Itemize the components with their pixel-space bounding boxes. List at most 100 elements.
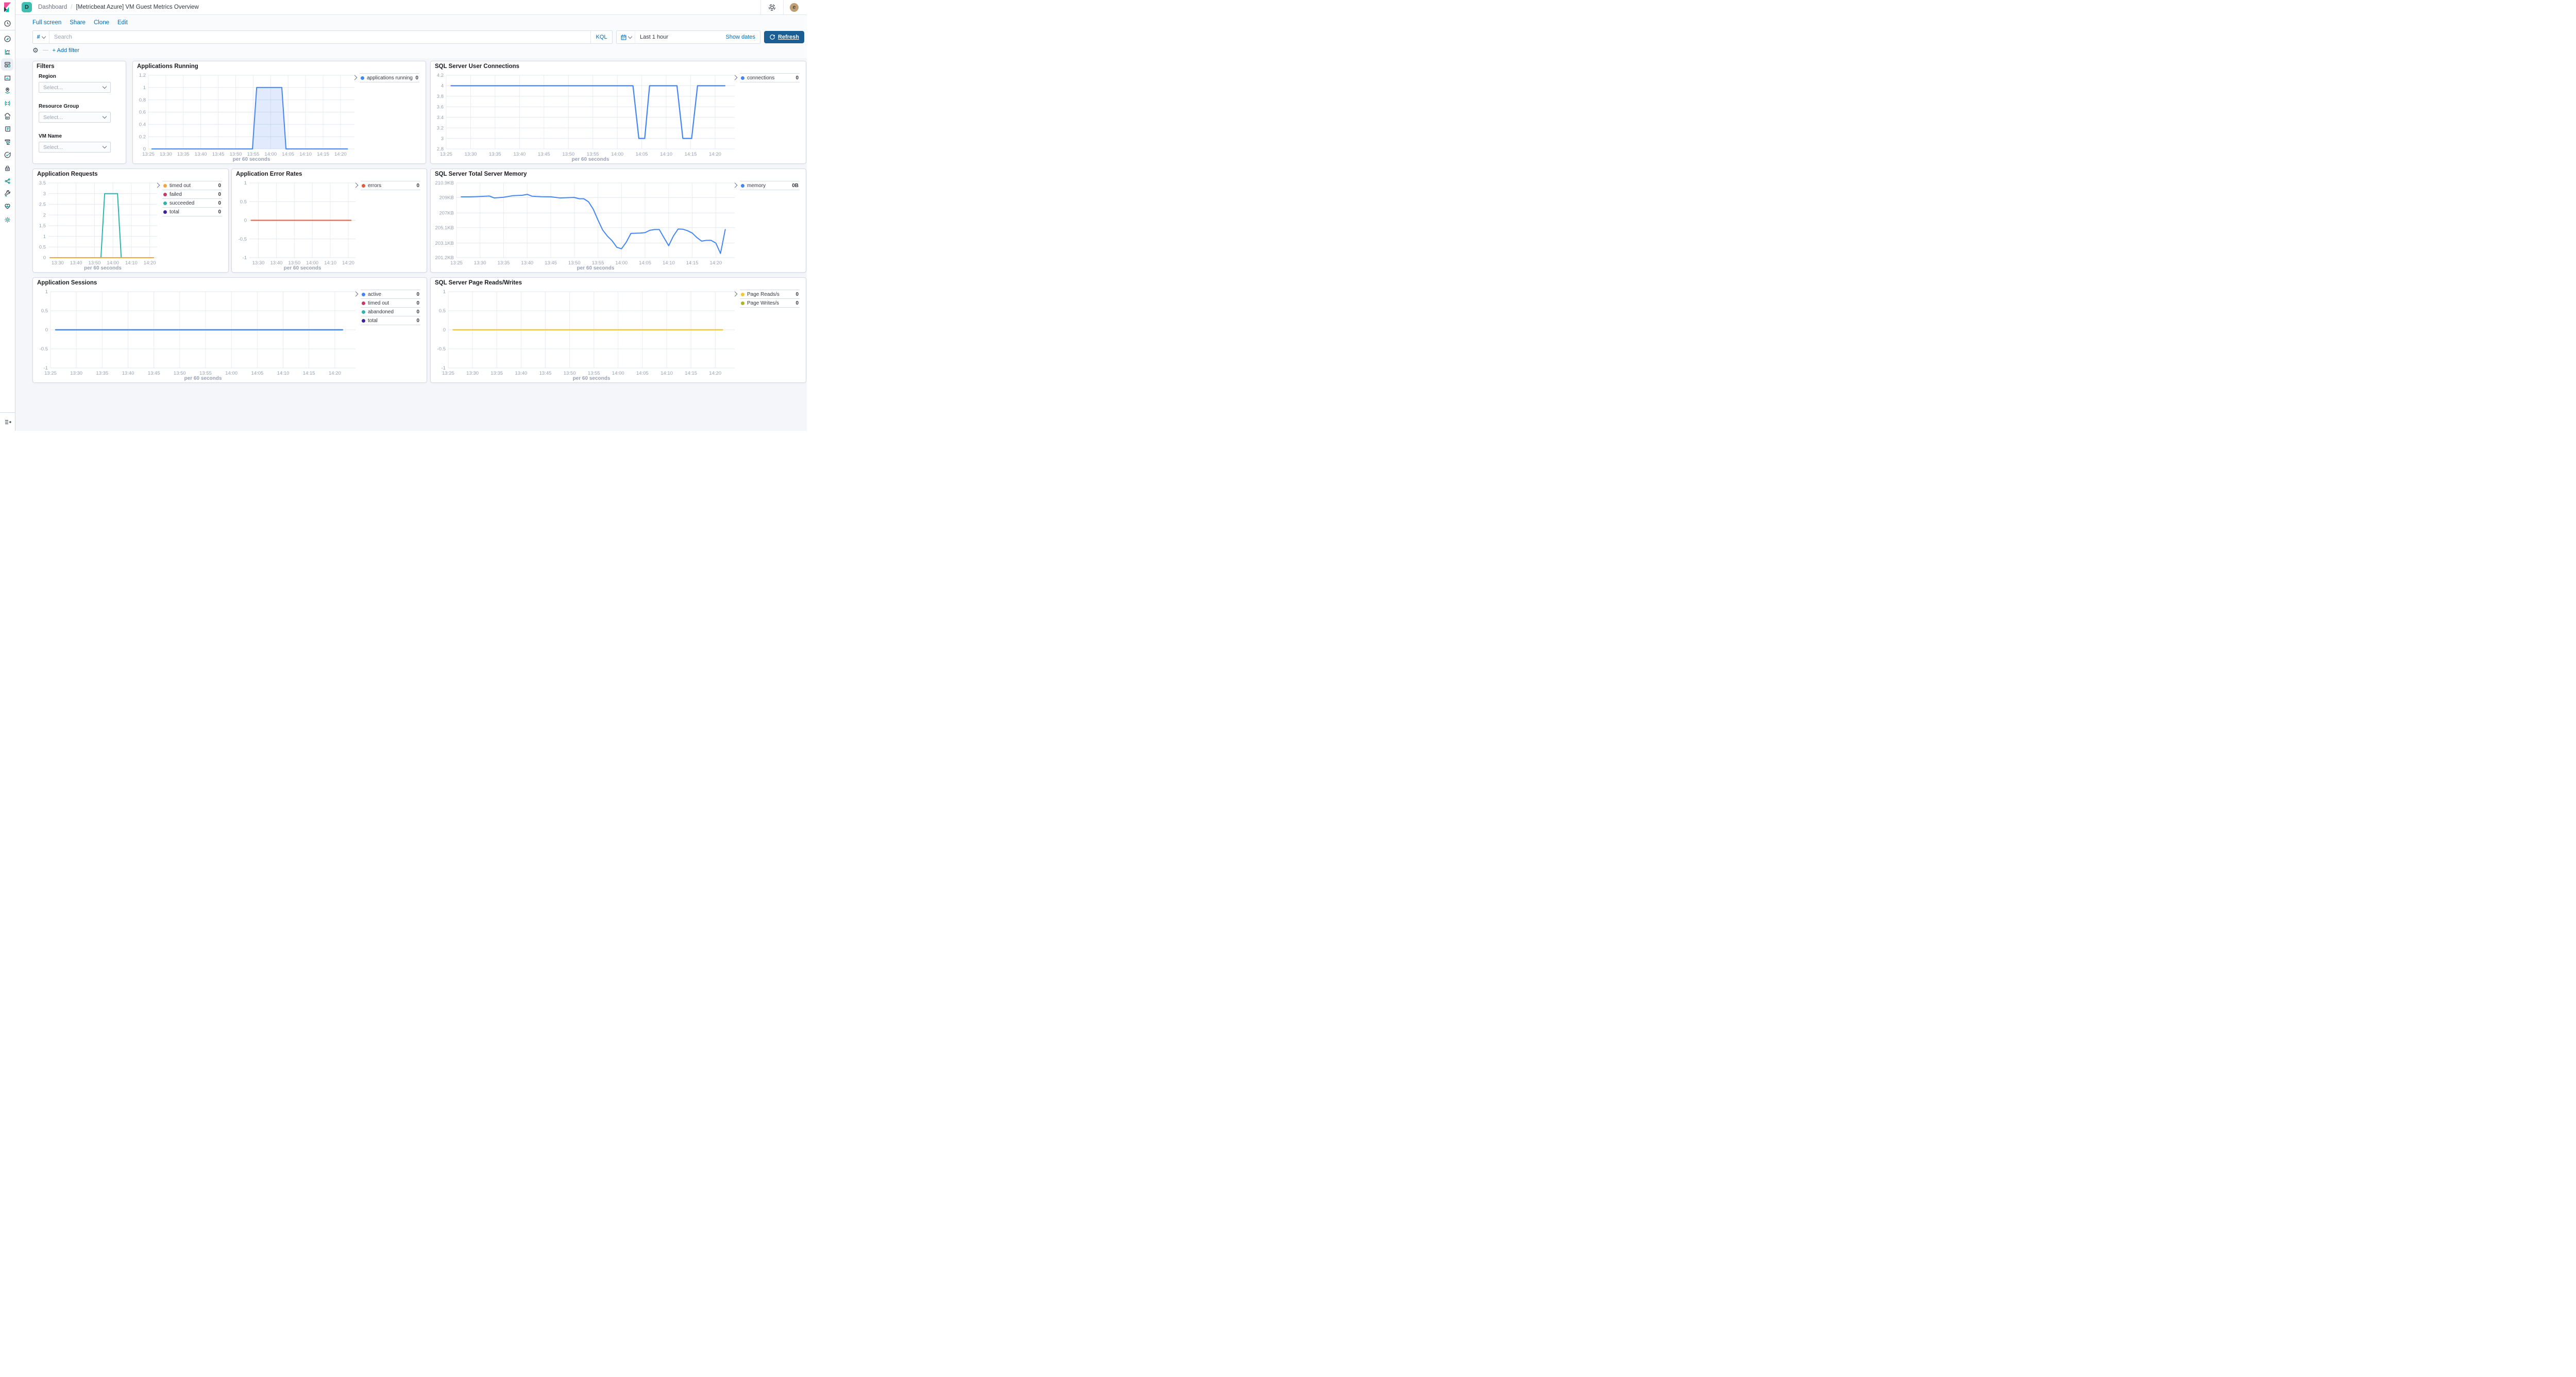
svg-text:205.1KB: 205.1KB [435,225,454,231]
nav-logs[interactable] [1,123,13,135]
nav-graph[interactable] [1,175,13,187]
hash-filter-icon: # [37,34,40,40]
legend-item[interactable]: failed 0 [162,190,222,198]
nav-recently-viewed[interactable] [1,17,13,29]
svg-text:14:00: 14:00 [612,371,624,376]
svg-text:13:30: 13:30 [474,260,486,266]
vm-name-select[interactable]: Select... [39,142,111,153]
legend-item[interactable]: memory 0B [740,181,800,190]
svg-text:14:00: 14:00 [615,260,628,266]
application-requests-chart[interactable]: 13:3013:4013:5014:0014:1014:2000.511.522… [35,179,160,271]
svg-text:0.5: 0.5 [39,245,46,250]
svg-text:0.4: 0.4 [139,122,146,128]
nav-canvas[interactable] [1,72,13,84]
calendar-button[interactable] [617,31,635,43]
nav-machine-learning[interactable] [1,97,13,109]
legend-item[interactable]: errors 0 [361,181,420,190]
svg-text:0: 0 [43,255,46,261]
nav-stack-monitoring[interactable] [1,200,13,212]
clone-button[interactable]: Clone [94,20,109,26]
edit-button[interactable]: Edit [117,20,128,26]
svg-text:13:40: 13:40 [122,371,134,376]
legend-value: 0 [415,75,418,81]
sql-user-connections-chart[interactable]: 13:2513:3013:3513:4013:4513:5013:5514:00… [433,72,738,162]
legend-value: 0 [416,318,419,324]
legend-item[interactable]: abandoned 0 [361,307,420,316]
legend-value: 0 [795,75,799,81]
svg-text:0: 0 [244,218,247,224]
svg-text:1: 1 [443,289,446,295]
nav-security[interactable] [1,162,13,174]
legend-item[interactable]: applications running 0 [360,73,419,82]
search-input[interactable] [49,31,590,43]
sql-page-reads-writes-chart[interactable]: 13:2513:3013:3513:4013:4513:5013:5514:00… [433,288,738,381]
nav-visualize[interactable] [1,45,13,58]
legend-item[interactable]: Page Writes/s 0 [740,298,800,308]
legend-item[interactable]: timed out 0 [361,298,420,307]
time-range-value[interactable]: Last 1 hour [635,34,726,40]
resource-group-label: Resource Group [39,104,111,109]
add-filter-link[interactable]: + Add filter [53,47,79,54]
nav-metrics[interactable] [1,110,13,123]
legend-item[interactable]: total 0 [361,316,420,325]
user-avatar[interactable]: e [790,3,799,12]
svg-text:14:10: 14:10 [663,260,675,266]
legend-item[interactable]: Page Reads/s 0 [740,290,800,298]
select-placeholder: Select... [43,85,63,91]
applications-running-chart[interactable]: 13:2513:3013:3513:4013:4513:5013:5514:00… [135,72,358,162]
nav-uptime[interactable] [1,148,13,161]
svg-text:1: 1 [244,180,247,186]
nav-discover[interactable] [1,32,13,45]
nav-dashboard[interactable] [1,58,13,71]
svg-text:13:45: 13:45 [212,152,225,157]
nav-dev-tools[interactable] [1,187,13,199]
heartbeat-icon [4,203,11,210]
legend-item[interactable]: total 0 [162,207,222,216]
application-error-rates-chart[interactable]: 13:3013:4013:5014:0014:1014:20-1-0.500.5… [234,179,359,271]
show-dates-link[interactable]: Show dates [726,34,760,40]
line-chart-icon [4,48,11,56]
svg-text:14:20: 14:20 [342,260,354,266]
svg-text:1.5: 1.5 [39,223,46,229]
kibana-logo[interactable] [2,1,14,13]
filter-settings-gear-icon[interactable]: ⚙ [32,47,39,54]
filter-picker-button[interactable]: # [33,31,49,43]
chevron-down-icon [103,144,107,148]
logs-scroll-icon [4,125,11,133]
legend-item[interactable]: connections 0 [740,73,800,82]
svg-text:14:05: 14:05 [636,371,649,376]
svg-text:14:05: 14:05 [636,152,648,157]
cloud-server-icon [4,113,11,121]
svg-text:per 60 seconds: per 60 seconds [573,376,611,381]
nav-apm[interactable] [1,136,13,148]
breadcrumb-dashboard[interactable]: Dashboard [38,4,67,10]
nav-management[interactable] [1,213,13,226]
help-button[interactable] [760,0,784,14]
share-button[interactable]: Share [70,20,86,26]
panel-title: Filters [37,63,55,70]
svg-text:4.2: 4.2 [437,73,444,78]
resource-group-select[interactable]: Select... [39,112,111,123]
legend-item[interactable]: succeeded 0 [162,198,222,207]
full-screen-button[interactable]: Full screen [32,20,61,26]
legend-item[interactable]: timed out 0 [162,181,222,190]
series-dot [163,193,167,196]
region-select[interactable]: Select... [39,82,111,93]
collapse-nav-button[interactable] [0,412,15,431]
series-dot [741,301,744,305]
svg-text:-1: -1 [442,365,446,371]
vm-name-label: VM Name [39,133,111,139]
svg-text:14:20: 14:20 [709,152,721,157]
space-badge[interactable]: D [22,2,32,12]
kql-language-button[interactable]: KQL [590,31,612,43]
legend-item[interactable]: active 0 [361,290,420,298]
application-sessions-chart[interactable]: 13:2513:3013:3513:4013:4513:5013:5514:00… [35,288,359,381]
refresh-button[interactable]: Refresh [764,31,804,43]
chevron-down-icon [628,34,632,38]
legend-value: 0B [792,183,799,189]
nav-maps[interactable] [1,84,13,96]
legend-label: active [368,292,414,297]
legend: Page Reads/s 0 Page Writes/s 0 [740,290,800,381]
compass-icon [4,35,11,43]
sql-total-server-memory-chart[interactable]: 13:2513:3013:3513:4013:4513:5013:5514:00… [433,179,738,271]
